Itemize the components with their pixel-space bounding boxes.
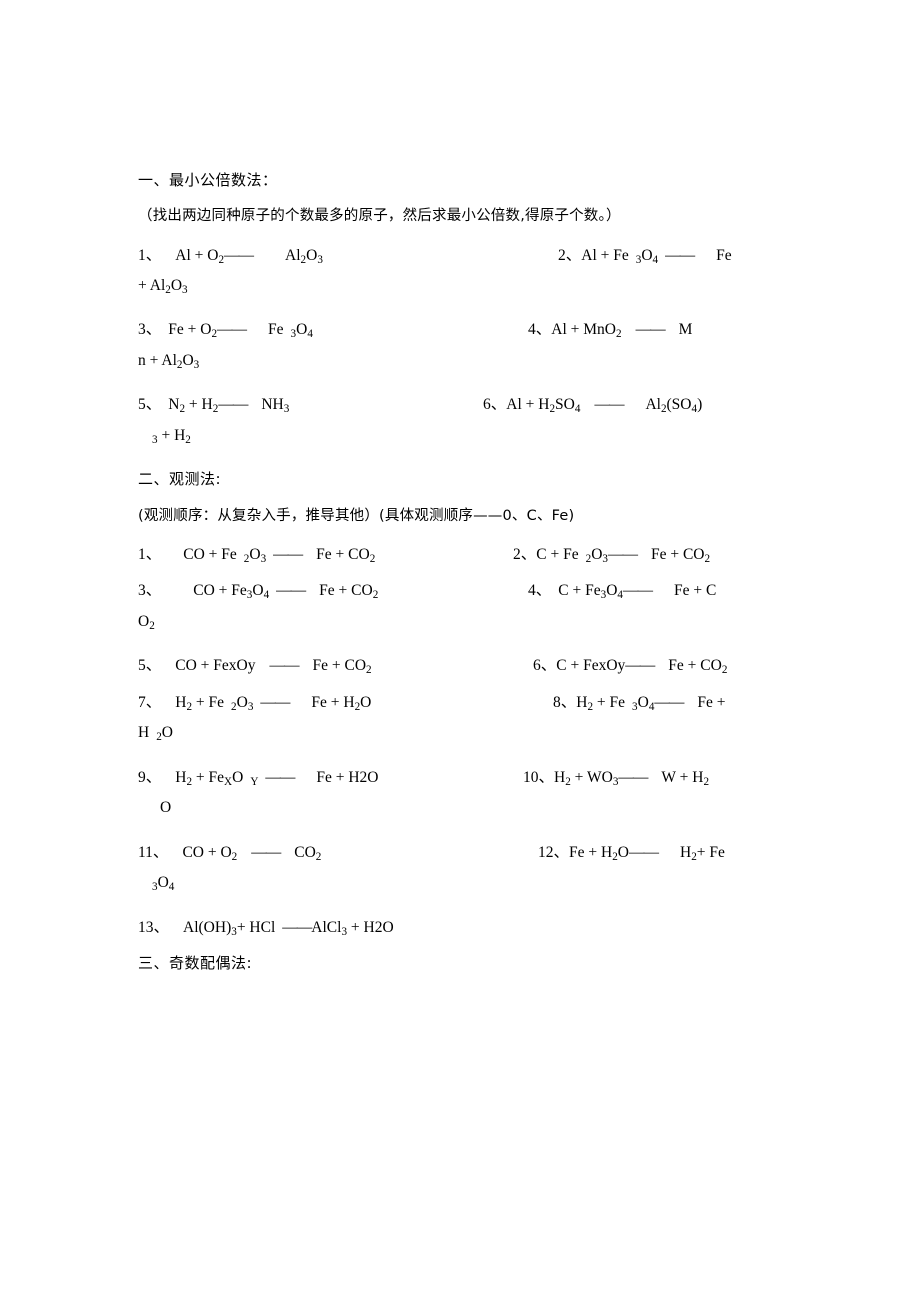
equation-1: 1、 Al + O2—— Al2O3 (138, 246, 323, 266)
equation-4-continuation: n + Al2O3 (138, 351, 200, 372)
equation-5: 5、 N2 + H2—— NH3 (138, 396, 290, 416)
equation-row: 7、 H2 + Fe 2O3 —— Fe + H2O 8、H2 + Fe 3O4—— Fe … (138, 692, 820, 745)
equation-row: 13、 Al(OH)3+ HCl ——AlCl3 + H2O (138, 917, 820, 939)
equation-2-12-continuation: 3O4 (152, 874, 175, 894)
equation-2-2: 2、C + Fe 2O3—— Fe + CO2 (513, 545, 711, 566)
equation-2-4: 4、 C + Fe3O4—— Fe + C (528, 582, 717, 602)
equation-2-12: 12、Fe + H2O—— H2+ Fe (538, 843, 725, 863)
equation-2-4-continuation: O2 (138, 612, 155, 632)
equation-2-8: 8、H2 + Fe 3O4—— Fe + (553, 693, 726, 713)
equation-row: 9、 H2 + FeXO Y —— Fe + H2O 10、H2 + WO3—— W + … (138, 767, 820, 820)
equation-row: 11、 CO + O2 —— CO2 12、Fe + H2O—— H2+ Fe 3O4 (138, 842, 820, 895)
equation-2-3: 3、 CO + Fe3O4 —— Fe + CO2 (138, 582, 379, 602)
equation-2-1: 1、 CO + Fe 2O3 —— Fe + CO2 (138, 545, 376, 566)
equation-2-10-continuation: O (160, 799, 172, 817)
equation-2: 2、Al + Fe 3O4 —— Fe (558, 246, 732, 266)
section-note-1: （找出两边同种原子的个数最多的原子，然后求最小公倍数,得原子个数。） (138, 208, 621, 225)
equation-4: 4、Al + MnO2 —— M (528, 321, 693, 341)
section-heading-2: 二、观测法: (138, 470, 222, 489)
equation-2-11: 11、 CO + O2 —— CO2 (138, 843, 322, 863)
equation-row: 3、 Fe + O2—— Fe 3O4 4、Al + MnO2 —— M n + Al2O… (138, 319, 820, 372)
section-note-2: (观测顺序：从复杂入手，推导其他）(具体观测顺序——0、C、Fe) (138, 507, 575, 524)
equation-6-continuation: 3 + H2 (152, 426, 191, 446)
document-page: 一、最小公倍数法： （找出两边同种原子的个数最多的原子，然后求最小公倍数,得原子… (0, 0, 920, 1302)
equation-row: 1、 CO + Fe 2O3 —— Fe + CO2 2、C + Fe 2O3—— Fe +… (138, 544, 820, 566)
equation-2-10: 10、H2 + WO3—— W + H2 (523, 768, 710, 788)
equation-2-9: 9、 H2 + FeXO Y —— Fe + H2O (138, 768, 379, 788)
section-heading-3: 三、奇数配偶法: (138, 954, 253, 973)
section-heading-1: 一、最小公倍数法： (138, 171, 278, 189)
equation-3: 3、 Fe + O2—— Fe 3O4 (138, 321, 313, 341)
equation-2-6: 6、C + FexOy—— Fe + CO2 (533, 657, 728, 677)
equation-2-continuation: + Al2O3 (138, 277, 188, 297)
equation-row: 1、 Al + O2—— Al2O3 2、Al + Fe 3O4 —— Fe + Al2O… (138, 245, 820, 298)
equation-row: 3、 CO + Fe3O4 —— Fe + CO2 4、 C + Fe3O4—— Fe +… (138, 580, 820, 633)
equation-row: 5、 N2 + H2—— NH3 6、Al + H2SO4 —— Al2(SO4) 3 … (138, 394, 820, 447)
equation-2-13: 13、 Al(OH)3+ HCl ——AlCl3 + H2O (138, 918, 394, 938)
equation-2-5: 5、 CO + FexOy —— Fe + CO2 (138, 657, 372, 677)
equation-row: 5、 CO + FexOy —— Fe + CO2 6、C + FexOy—— Fe +… (138, 655, 820, 677)
equation-6: 6、Al + H2SO4 —— Al2(SO4) (483, 396, 703, 416)
equation-2-8-continuation: H 2O (138, 724, 173, 744)
equation-2-7: 7、 H2 + Fe 2O3 —— Fe + H2O (138, 693, 372, 713)
